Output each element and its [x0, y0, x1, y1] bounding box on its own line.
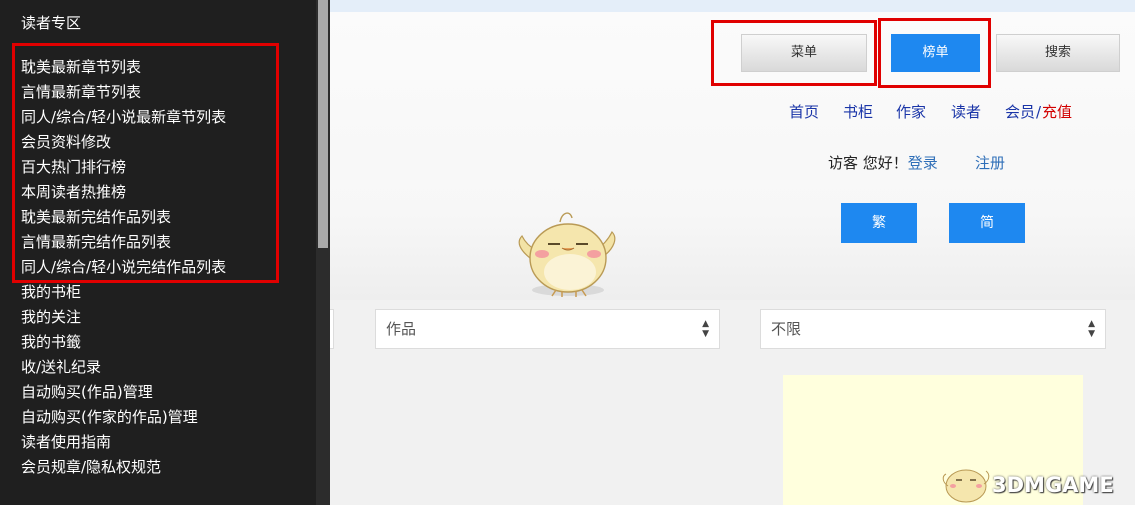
sidebar-scrollbar-thumb[interactable]: [318, 0, 328, 248]
greeting: 访客 您好！登录: [828, 152, 938, 174]
range-select[interactable]: 不限 ▲ ▼: [760, 309, 1106, 349]
menu-button[interactable]: 菜单: [741, 34, 867, 72]
nav-bookshelf[interactable]: 书柜: [843, 101, 873, 123]
nav-reader[interactable]: 读者: [951, 101, 981, 123]
sidebar-item-reader-guide[interactable]: 读者使用指南: [21, 430, 226, 455]
sidebar-item-top100[interactable]: 百大热门排行榜: [21, 155, 226, 180]
sidebar-item-yanqing-finished[interactable]: 言情最新完结作品列表: [21, 230, 226, 255]
sidebar-item-my-follows[interactable]: 我的关注: [21, 305, 226, 330]
sidebar-item-yanqing-latest[interactable]: 言情最新章节列表: [21, 80, 226, 105]
type-select[interactable]: 作品 ▲ ▼: [375, 309, 720, 349]
sidebar-scrollbar[interactable]: [316, 0, 330, 505]
sidebar-item-autobuy-authors[interactable]: 自动购买(作家的作品)管理: [21, 405, 226, 430]
nav-home[interactable]: 首页: [789, 101, 819, 123]
watermark-text: 3DMGAME: [992, 473, 1114, 497]
sidebar-list: 耽美最新章节列表 言情最新章节列表 同人/综合/轻小说最新章节列表 会员资料修改…: [21, 55, 226, 480]
sidebar-item-tongren-finished[interactable]: 同人/综合/轻小说完结作品列表: [21, 255, 226, 280]
sidebar-item-member-rules[interactable]: 会员规章/隐私权规范: [21, 455, 226, 480]
sidebar-title: 读者专区: [21, 14, 82, 32]
sidebar-item-autobuy-works[interactable]: 自动购买(作品)管理: [21, 380, 226, 405]
login-link[interactable]: 登录: [908, 154, 938, 172]
search-button[interactable]: 搜索: [996, 34, 1120, 72]
page: 读者专区 耽美最新章节列表 言情最新章节列表 同人/综合/轻小说最新章节列表 会…: [0, 0, 1135, 505]
watermark: 3DMGAME: [940, 456, 1135, 505]
nav-recharge[interactable]: 充值: [1042, 101, 1072, 123]
sidebar-item-tongren-latest[interactable]: 同人/综合/轻小说最新章节列表: [21, 105, 226, 130]
range-select-value: 不限: [771, 320, 802, 338]
watermark-mascot-icon: [942, 469, 990, 503]
select-arrows-icon: ▲ ▼: [702, 319, 709, 339]
nav-member[interactable]: 会员: [1005, 101, 1035, 123]
sidebar-item-weekly-picks[interactable]: 本周读者热推榜: [21, 180, 226, 205]
simplified-chinese-button[interactable]: 简: [949, 203, 1025, 243]
register-link[interactable]: 注册: [975, 154, 1005, 172]
sidebar-item-danmei-latest[interactable]: 耽美最新章节列表: [21, 55, 226, 80]
traditional-chinese-button[interactable]: 繁: [841, 203, 917, 243]
select-arrows-icon: ▲ ▼: [1088, 319, 1095, 339]
rank-button[interactable]: 榜单: [891, 34, 980, 72]
mascot-chick-icon: [518, 212, 616, 297]
greeting-text: 访客 您好！: [828, 154, 908, 172]
top-strip: [330, 0, 1135, 12]
sidebar-item-profile-edit[interactable]: 会员资料修改: [21, 130, 226, 155]
nav-author[interactable]: 作家: [896, 101, 926, 123]
nav-separator: /: [1036, 103, 1042, 121]
sidebar-item-danmei-finished[interactable]: 耽美最新完结作品列表: [21, 205, 226, 230]
sidebar-item-gift-records[interactable]: 收/送礼纪录: [21, 355, 226, 380]
sidebar-item-my-bookmarks[interactable]: 我的书籤: [21, 330, 226, 355]
type-select-value: 作品: [386, 320, 417, 338]
sidebar: 读者专区 耽美最新章节列表 言情最新章节列表 同人/综合/轻小说最新章节列表 会…: [0, 0, 316, 505]
filter-select-partial[interactable]: [330, 309, 334, 349]
register-wrap: 注册: [975, 152, 1005, 174]
sidebar-item-my-bookshelf[interactable]: 我的书柜: [21, 280, 226, 305]
